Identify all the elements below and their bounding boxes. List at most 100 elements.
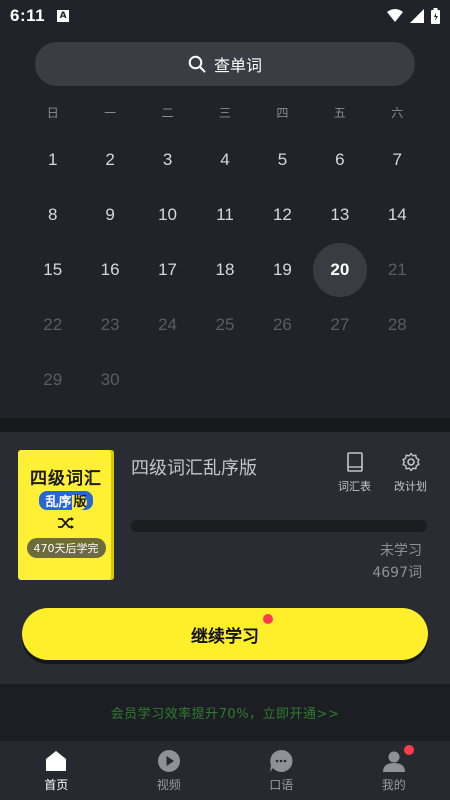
calendar-day-label: 12 <box>272 204 292 224</box>
calendar-day[interactable]: 4 <box>196 132 253 187</box>
calendar-day-label: 19 <box>272 259 292 279</box>
calendar-day[interactable]: 30 <box>81 352 138 407</box>
calendar-day-today[interactable]: 20 <box>311 242 368 297</box>
search-bar[interactable]: 查单词 <box>35 42 415 86</box>
cover-subtitle: 乱序版 <box>39 491 93 510</box>
notification-dot <box>263 614 273 624</box>
vocab-list-button[interactable]: 词汇表 <box>338 452 371 494</box>
calendar-day-label: 20 <box>312 242 367 297</box>
calendar-day[interactable]: 3 <box>139 132 196 187</box>
weekday-header: 日一二三四五六 <box>24 104 426 124</box>
calendar-day[interactable]: 13 <box>311 187 368 242</box>
cover-badge: 470天后学完 <box>26 538 106 558</box>
calendar-day-label: 17 <box>158 259 178 279</box>
calendar-grid: 1 2 3 4 5 6 7 8 9 10 11 12 13 14 15 16 17 18 19 20 21 22 23 24 2… <box>24 132 426 407</box>
calendar-day[interactable]: 18 <box>196 242 253 297</box>
calendar-day[interactable]: 21 <box>369 242 426 297</box>
calendar-day[interactable]: 26 <box>254 297 311 352</box>
nav-home[interactable]: 首页 <box>0 741 113 800</box>
calendar-day[interactable]: 16 <box>81 242 138 297</box>
weekday-label: 二 <box>161 106 174 120</box>
calendar-day-label: 5 <box>277 149 288 169</box>
vip-promo-text: 会员学习效率提升70%，立即开通>> <box>110 706 340 722</box>
calendar-day[interactable]: 5 <box>254 132 311 187</box>
calendar-day-label: 30 <box>100 369 120 389</box>
calendar-day[interactable]: 9 <box>81 187 138 242</box>
calendar-day[interactable]: 8 <box>24 187 81 242</box>
section-divider <box>0 418 450 432</box>
change-plan-button[interactable]: 改计划 <box>394 452 427 494</box>
search-icon <box>188 55 206 73</box>
calendar-day[interactable]: 24 <box>139 297 196 352</box>
calendar-day[interactable]: 17 <box>139 242 196 297</box>
calendar-day[interactable]: 14 <box>369 187 426 242</box>
calendar-day[interactable]: 27 <box>311 297 368 352</box>
calendar-day-label: 7 <box>392 149 402 169</box>
book-section: 四级词汇 乱序版 470天后学完 四级词汇乱序版 词汇表 改计划 未学习 469… <box>0 432 450 684</box>
calendar-day[interactable]: 29 <box>24 352 81 407</box>
profile-notification-dot <box>403 745 414 755</box>
signal-icon <box>410 9 424 23</box>
calendar-day[interactable]: 15 <box>24 242 81 297</box>
nav-speaking-label: 口语 <box>269 778 294 792</box>
calendar-day[interactable]: 11 <box>196 187 253 242</box>
weekday-label: 六 <box>391 106 404 120</box>
calendar-day-label: 25 <box>215 314 235 334</box>
status-time: 6:11 <box>10 6 46 25</box>
book-title: 四级词汇乱序版 <box>131 458 257 479</box>
nav-profile[interactable]: 我的 <box>338 741 450 800</box>
play-icon <box>156 748 182 774</box>
calendar-day-label: 16 <box>100 259 120 279</box>
nav-speaking[interactable]: 口语 <box>225 741 338 800</box>
weekday-label: 五 <box>333 106 346 120</box>
weekday-label: 日 <box>46 106 59 120</box>
calendar-day-label: 23 <box>100 314 120 334</box>
calendar-day[interactable]: 19 <box>254 242 311 297</box>
calendar-day[interactable]: 22 <box>24 297 81 352</box>
book-cover[interactable]: 四级词汇 乱序版 470天后学完 <box>18 450 114 580</box>
home-icon <box>43 748 69 774</box>
cover-title: 四级词汇 <box>30 469 102 489</box>
calendar-day[interactable]: 1 <box>24 132 81 187</box>
calendar-day[interactable]: 25 <box>196 297 253 352</box>
calendar-day-label: 2 <box>105 149 115 169</box>
nav-home-label: 首页 <box>44 778 69 792</box>
study-status: 未学习 <box>380 543 422 559</box>
search-label: 查单词 <box>213 56 262 75</box>
calendar-day-label: 29 <box>43 369 63 389</box>
calendar-day[interactable]: 23 <box>81 297 138 352</box>
nav-video[interactable]: 视频 <box>113 741 226 800</box>
calendar-day-label: 6 <box>335 149 345 169</box>
shuffle-icon <box>58 517 74 529</box>
book-icon <box>346 452 363 472</box>
calendar-day[interactable]: 28 <box>369 297 426 352</box>
calendar-day-label: 22 <box>43 314 63 334</box>
word-count: 4697词 <box>372 565 422 581</box>
calendar-day-label: 9 <box>105 204 115 224</box>
calendar-day-label: 13 <box>330 204 350 224</box>
calendar-day-label: 24 <box>158 314 178 334</box>
calendar-day[interactable]: 2 <box>81 132 138 187</box>
calendar-day-label: 18 <box>215 259 235 279</box>
calendar-day-label: 15 <box>43 259 63 279</box>
cover-subtitle-suffix: 版 <box>71 495 87 510</box>
continue-study-button[interactable]: 继续学习 <box>22 608 428 660</box>
calendar-day-label: 27 <box>330 314 350 334</box>
vocab-list-label: 词汇表 <box>338 480 371 493</box>
status-icons <box>387 8 440 24</box>
vip-promo-link[interactable]: 会员学习效率提升70%，立即开通>> <box>0 684 450 740</box>
a-badge-icon: A <box>57 10 70 22</box>
change-plan-label: 改计划 <box>394 480 427 493</box>
continue-study-label: 继续学习 <box>191 626 259 646</box>
nav-profile-label: 我的 <box>381 778 406 792</box>
calendar-day[interactable]: 6 <box>311 132 368 187</box>
calendar-day-label: 21 <box>387 259 407 279</box>
calendar-day[interactable]: 7 <box>369 132 426 187</box>
calendar-day-label: 10 <box>158 204 178 224</box>
calendar-day-label: 26 <box>272 314 292 334</box>
calendar-day[interactable]: 10 <box>139 187 196 242</box>
calendar-day[interactable]: 12 <box>254 187 311 242</box>
gear-icon <box>401 452 420 472</box>
calendar-day-label: 8 <box>47 204 58 224</box>
cover-subtitle-main: 乱序 <box>45 495 72 510</box>
